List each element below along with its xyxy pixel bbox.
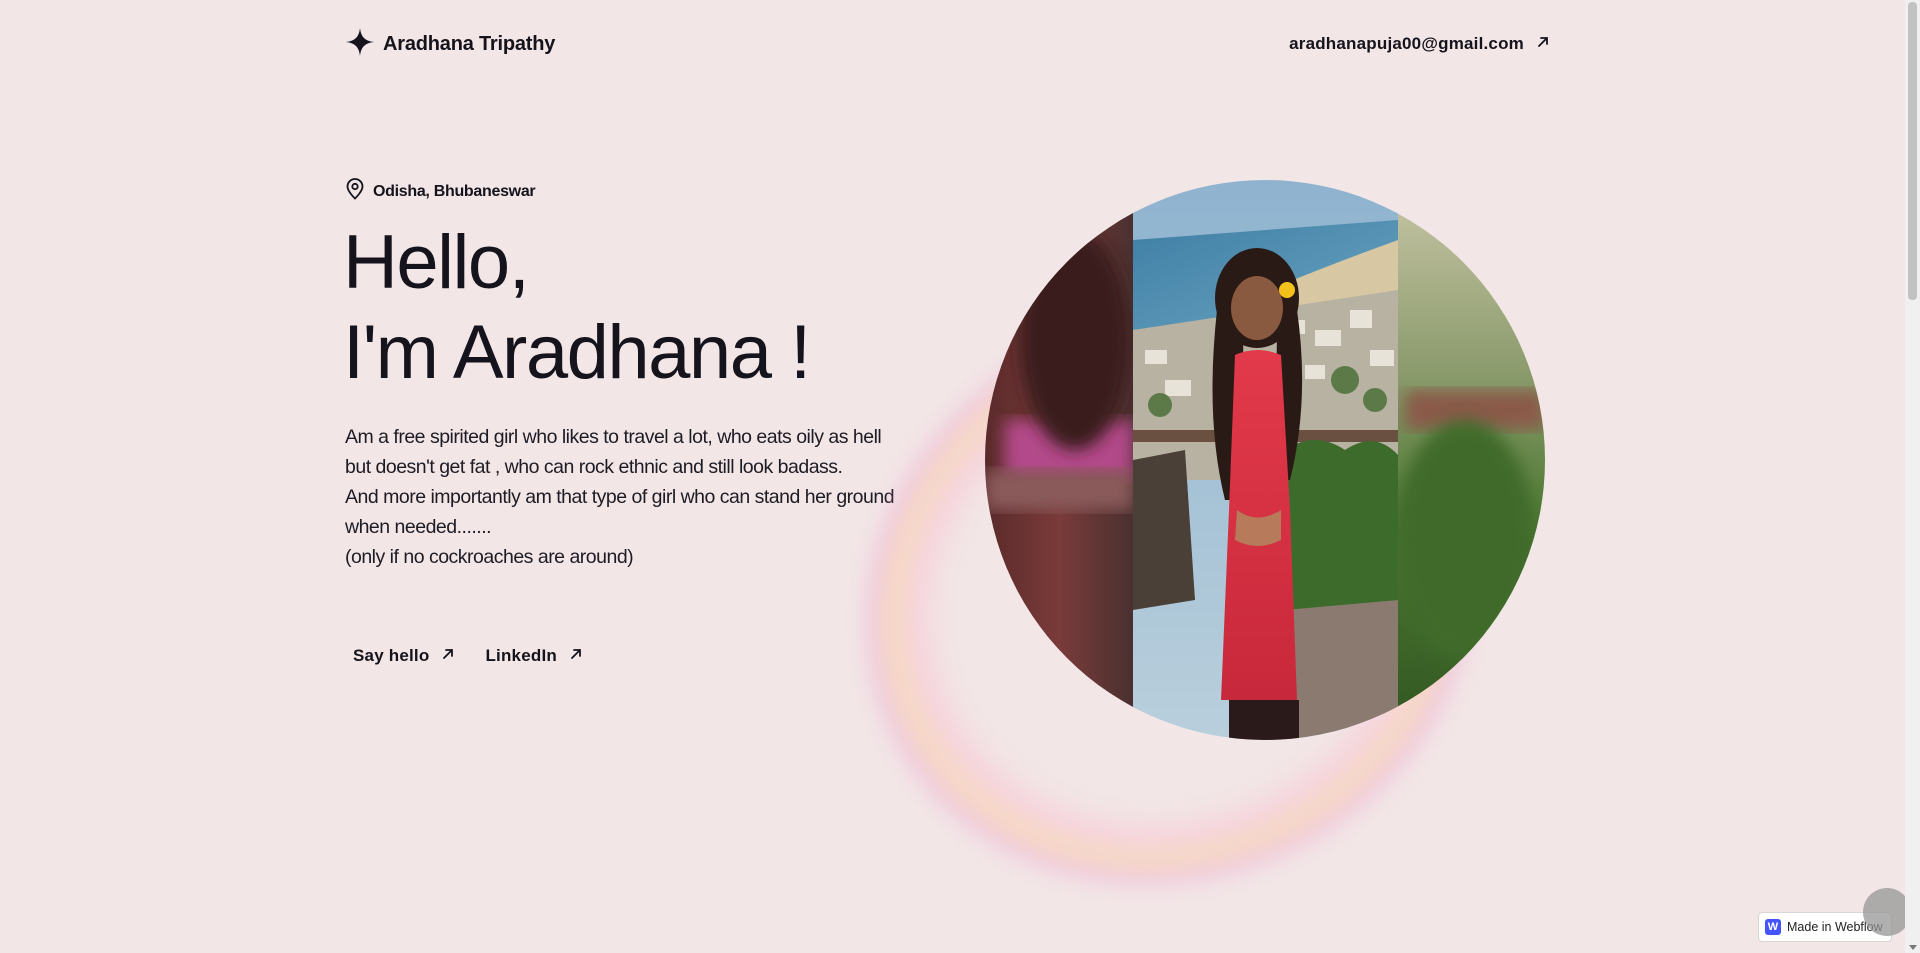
profile-photo [985, 180, 1545, 740]
scrollbar-thumb[interactable] [1908, 2, 1917, 300]
say-hello-button[interactable]: Say hello [345, 640, 463, 672]
hero-bio: Am a free spirited girl who likes to tra… [345, 422, 925, 572]
scroll-down-arrow-icon[interactable] [1909, 945, 1917, 950]
headline-line-1: Hello, [343, 220, 530, 305]
arrow-up-right-icon [441, 646, 455, 666]
bio-line: (only if no cockroaches are around) [345, 546, 634, 568]
say-hello-label: Say hello [353, 646, 430, 665]
location-text: Odisha, Bhubaneswar [373, 182, 536, 200]
sparkle-icon [345, 27, 375, 62]
webflow-logo-icon: W [1765, 919, 1781, 935]
cta-row: Say hello LinkedIn [345, 640, 591, 672]
bio-line: when needed....... [345, 516, 492, 538]
bio-line: Am a free spirited girl who likes to tra… [345, 426, 882, 448]
page-scrollbar[interactable] [1905, 0, 1920, 953]
linkedin-button[interactable]: LinkedIn [477, 640, 591, 672]
brand-link[interactable]: Aradhana Tripathy [345, 27, 555, 62]
site-header: Aradhana Tripathy aradhanapuja00@gmail.c… [345, 24, 1550, 64]
arrow-up-right-icon [1536, 34, 1550, 54]
cursor-indicator [1863, 888, 1911, 936]
hero-headline: Hello, I'm Aradhana ! [343, 218, 811, 398]
arrow-up-right-icon [569, 646, 583, 666]
email-text: aradhanapuja00@gmail.com [1289, 34, 1524, 53]
page: Aradhana Tripathy aradhanapuja00@gmail.c… [0, 0, 1920, 953]
map-pin-icon [345, 178, 365, 205]
headline-line-2: I'm Aradhana ! [343, 310, 811, 395]
email-link[interactable]: aradhanapuja00@gmail.com [1289, 34, 1550, 54]
bio-line: And more importantly am that type of gir… [345, 486, 895, 508]
brand-name: Aradhana Tripathy [383, 32, 556, 55]
location: Odisha, Bhubaneswar [345, 178, 536, 205]
bio-line: but doesn't get fat , who can rock ethni… [345, 456, 843, 478]
linkedin-label: LinkedIn [485, 646, 557, 665]
